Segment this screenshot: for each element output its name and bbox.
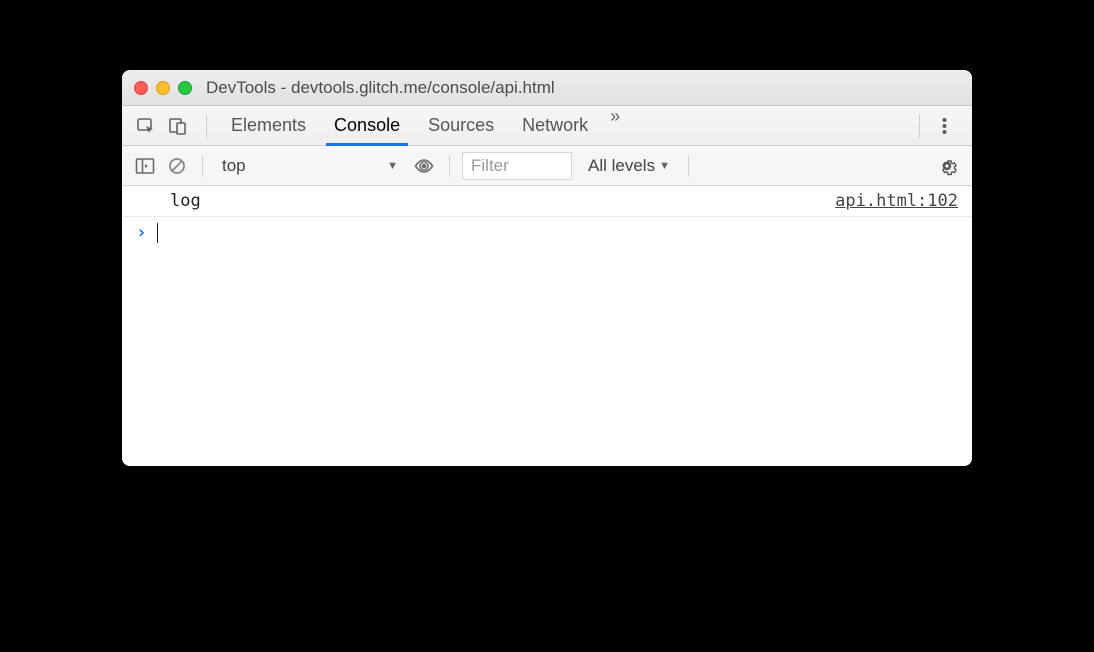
tab-console[interactable]: Console xyxy=(320,106,414,145)
main-tabbar: Elements Console Sources Network » xyxy=(122,106,972,146)
console-settings-icon[interactable] xyxy=(936,153,962,179)
divider xyxy=(202,155,203,177)
clear-console-icon[interactable] xyxy=(164,153,190,179)
more-tabs-button[interactable]: » xyxy=(602,106,628,145)
chevron-down-icon: ▼ xyxy=(659,160,670,172)
text-cursor xyxy=(157,223,159,243)
window-controls xyxy=(134,81,192,95)
divider xyxy=(206,114,207,138)
source-link[interactable]: api.html:102 xyxy=(835,191,958,211)
close-window-button[interactable] xyxy=(134,81,148,95)
maximize-window-button[interactable] xyxy=(178,81,192,95)
filter-input[interactable] xyxy=(462,152,572,180)
levels-label: All levels xyxy=(588,156,655,176)
divider xyxy=(919,114,920,138)
divider xyxy=(449,155,450,177)
device-toolbar-icon[interactable] xyxy=(164,112,192,140)
tab-elements[interactable]: Elements xyxy=(217,106,320,145)
execution-context-selector[interactable]: top ▼ xyxy=(215,153,405,179)
console-output: log api.html:102 › xyxy=(122,186,972,466)
window-title: DevTools - devtools.glitch.me/console/ap… xyxy=(206,78,555,98)
divider xyxy=(688,155,689,177)
tab-network[interactable]: Network xyxy=(508,106,602,145)
console-toolbar: top ▼ All levels ▼ xyxy=(122,146,972,186)
console-log-row: log api.html:102 xyxy=(122,186,972,217)
inspect-element-icon[interactable] xyxy=(132,112,160,140)
log-message: log xyxy=(170,191,201,211)
panel-tabs: Elements Console Sources Network » xyxy=(217,106,628,145)
live-expression-icon[interactable] xyxy=(411,153,437,179)
context-value: top xyxy=(222,156,246,176)
chevron-down-icon: ▼ xyxy=(387,160,398,172)
titlebar: DevTools - devtools.glitch.me/console/ap… xyxy=(122,70,972,106)
toggle-console-sidebar-icon[interactable] xyxy=(132,153,158,179)
log-levels-selector[interactable]: All levels ▼ xyxy=(588,156,670,176)
devtools-window: DevTools - devtools.glitch.me/console/ap… xyxy=(122,70,972,466)
console-prompt-row[interactable]: › xyxy=(122,217,972,248)
minimize-window-button[interactable] xyxy=(156,81,170,95)
prompt-caret-icon: › xyxy=(136,222,147,243)
tab-sources[interactable]: Sources xyxy=(414,106,508,145)
kebab-menu-icon[interactable] xyxy=(930,112,958,140)
